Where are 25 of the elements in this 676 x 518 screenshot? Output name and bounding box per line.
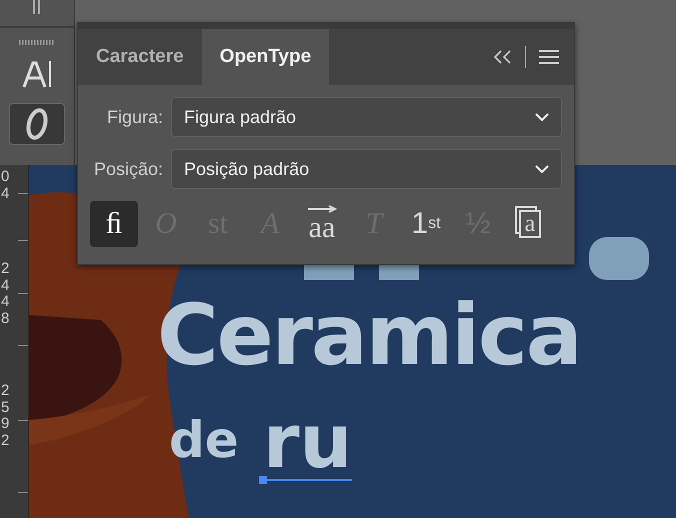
ruler-label: 2592 [1, 383, 10, 449]
type-tool-icon [22, 59, 52, 89]
dropdown[interactable]: Posição padrão [171, 149, 562, 189]
panel-tab[interactable]: Caractere [78, 29, 202, 85]
field-label: Figura: [106, 106, 163, 128]
field-label: Posição: [92, 158, 163, 180]
grip-icon [19, 40, 55, 45]
chevron-icon [535, 165, 549, 173]
artwork-text: Ceramica [157, 293, 581, 377]
collapse-icon[interactable] [493, 50, 513, 64]
tool-button[interactable] [9, 103, 65, 145]
menu-icon[interactable] [538, 49, 560, 65]
ruler-label: 04 [1, 169, 10, 202]
artwork-text: de [169, 415, 239, 465]
arrow-icon [307, 205, 337, 213]
dropdown[interactable]: Figura padrão [171, 97, 562, 137]
feature-button[interactable]: 1$^{st}$ [402, 201, 450, 247]
panel-tab[interactable]: OpenType [202, 29, 330, 85]
feature-button[interactable]: a [506, 201, 554, 247]
grip-icon [33, 0, 41, 14]
chevron-icon [535, 113, 549, 121]
feature-button[interactable]: ﬁ [90, 201, 138, 247]
italic-o-icon [24, 107, 50, 141]
ruler-label: 2448 [1, 261, 10, 327]
feature-button[interactable]: aa [298, 201, 346, 247]
